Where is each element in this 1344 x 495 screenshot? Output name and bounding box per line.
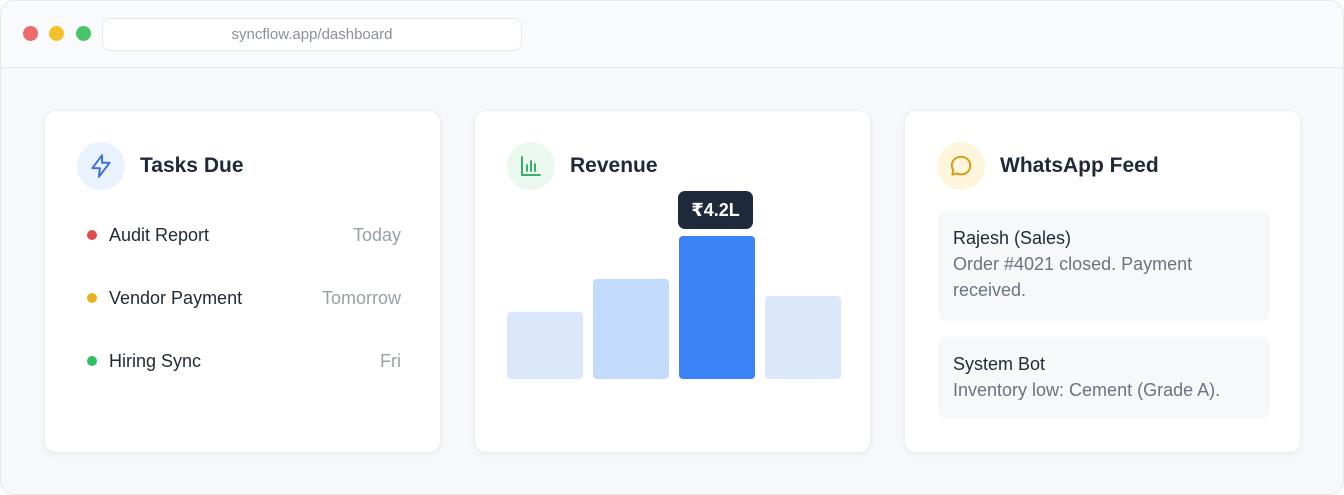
- feed-card-header: WhatsApp Feed: [937, 142, 1159, 190]
- task-name: Vendor Payment: [109, 287, 243, 308]
- task-item[interactable]: Vendor Payment Tomorrow: [87, 286, 401, 310]
- browser-titlebar: syncflow.app/dashboard: [1, 1, 1343, 68]
- revenue-bar[interactable]: [507, 311, 583, 379]
- priority-dot: [87, 293, 97, 303]
- feed-card-title: WhatsApp Feed: [1000, 154, 1159, 177]
- task-due: Tomorrow: [321, 287, 401, 308]
- priority-dot: [87, 230, 97, 240]
- close-window-button[interactable]: [23, 26, 38, 41]
- revenue-bar-chart: [507, 236, 841, 379]
- revenue-bar[interactable]: [593, 278, 669, 379]
- maximize-window-button[interactable]: [76, 26, 91, 41]
- revenue-bar-highlighted[interactable]: [679, 236, 755, 379]
- message-sender: Rajesh (Sales): [953, 228, 1072, 248]
- bar-chart-icon: [507, 142, 555, 190]
- task-name: Audit Report: [109, 224, 210, 245]
- minimize-window-button[interactable]: [49, 26, 64, 41]
- task-item[interactable]: Audit Report Today: [87, 223, 401, 247]
- revenue-tooltip: ₹4.2L: [678, 191, 753, 229]
- revenue-bar[interactable]: [765, 296, 841, 379]
- browser-window: syncflow.app/dashboard Tasks Due Audit R…: [0, 0, 1344, 495]
- priority-dot: [87, 356, 97, 366]
- lightning-icon: [77, 142, 125, 190]
- message-body: Order #4021 closed. Payment received.: [953, 254, 1193, 300]
- revenue-card: Revenue ₹4.2L: [474, 110, 871, 453]
- revenue-card-title: Revenue: [570, 154, 658, 177]
- revenue-card-header: Revenue: [507, 142, 658, 190]
- task-name: Hiring Sync: [109, 350, 202, 371]
- tasks-card-title: Tasks Due: [140, 154, 244, 177]
- task-due: Today: [352, 224, 401, 245]
- address-bar[interactable]: syncflow.app/dashboard: [102, 18, 522, 51]
- chat-bubble-icon: [937, 142, 985, 190]
- whatsapp-feed-card: WhatsApp Feed Rajesh (Sales) Order #4021…: [904, 110, 1301, 453]
- tasks-card-header: Tasks Due: [77, 142, 244, 190]
- message-sender: System Bot: [953, 354, 1046, 374]
- task-due: Fri: [380, 350, 401, 371]
- feed-message[interactable]: System Bot Inventory low: Cement (Grade …: [938, 337, 1270, 419]
- task-item[interactable]: Hiring Sync Fri: [87, 349, 401, 373]
- message-body: Inventory low: Cement (Grade A).: [953, 380, 1221, 400]
- feed-message[interactable]: Rajesh (Sales) Order #4021 closed. Payme…: [938, 211, 1270, 321]
- tasks-due-card: Tasks Due Audit Report Today Vendor Paym…: [44, 110, 441, 453]
